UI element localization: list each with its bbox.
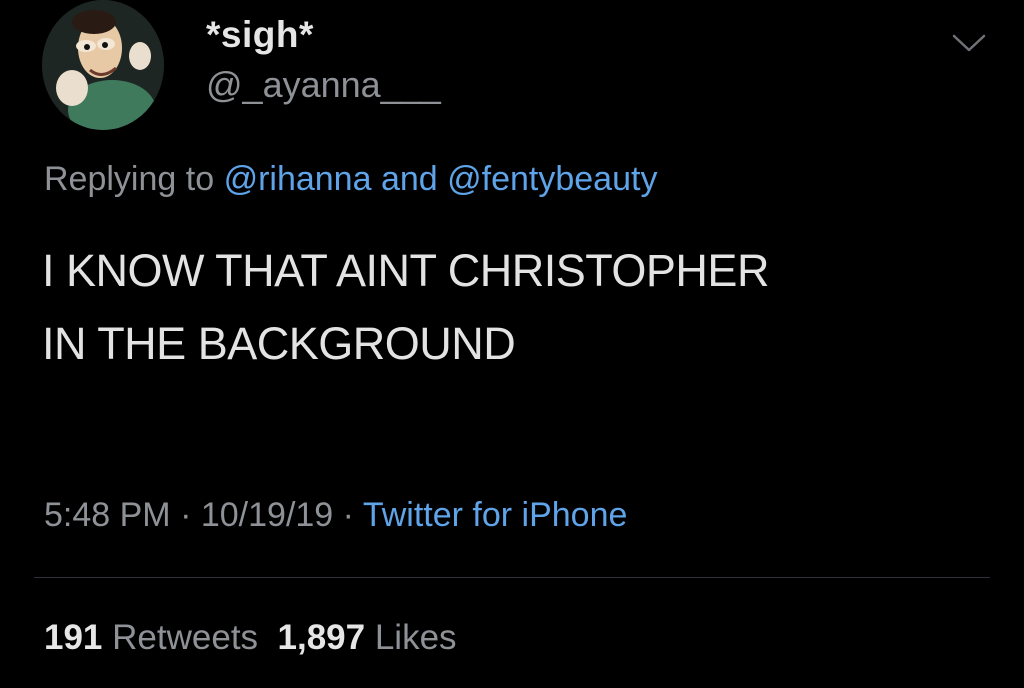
tweet-text-line: I KNOW THAT AINT CHRISTOPHER [42, 245, 769, 296]
tweet-source-link[interactable]: Twitter for iPhone [363, 496, 628, 534]
tweet-text-line: IN THE BACKGROUND [42, 318, 516, 369]
meta-separator: · [180, 496, 192, 534]
cartoon-avatar-icon [42, 0, 164, 130]
avatar[interactable] [42, 0, 164, 130]
replying-to-label: Replying to [44, 160, 215, 198]
likes-count: 1,897 [277, 618, 366, 657]
retweets-stat[interactable]: 191 Retweets [44, 618, 258, 657]
retweets-label: Retweets [112, 618, 259, 657]
retweets-count: 191 [44, 618, 103, 657]
likes-stat[interactable]: 1,897 Likes [278, 618, 457, 657]
mention-rihanna-link[interactable]: @rihanna [224, 160, 372, 198]
author-display-name[interactable]: *sigh* [206, 14, 314, 56]
tweet-time[interactable]: 5:48 PM [44, 496, 171, 534]
tweet-stats: 191 Retweets 1,897 Likes [44, 618, 457, 658]
tweet-text: I KNOW THAT AINT CHRISTOPHER IN THE BACK… [42, 234, 1002, 380]
reply-conjunction: and [380, 160, 438, 198]
divider [34, 577, 990, 578]
author-handle[interactable]: @_ayanna___ [206, 64, 441, 106]
replying-to-line: Replying to @rihanna and @fentybeauty [44, 160, 657, 199]
tweet-meta: 5:48 PM · 10/19/19 · Twitter for iPhone [44, 496, 627, 535]
chevron-down-icon[interactable] [950, 30, 988, 56]
tweet-date[interactable]: 10/19/19 [201, 496, 333, 534]
likes-label: Likes [374, 618, 457, 657]
meta-separator: · [342, 496, 354, 534]
mention-fentybeauty-link[interactable]: @fentybeauty [447, 160, 657, 198]
